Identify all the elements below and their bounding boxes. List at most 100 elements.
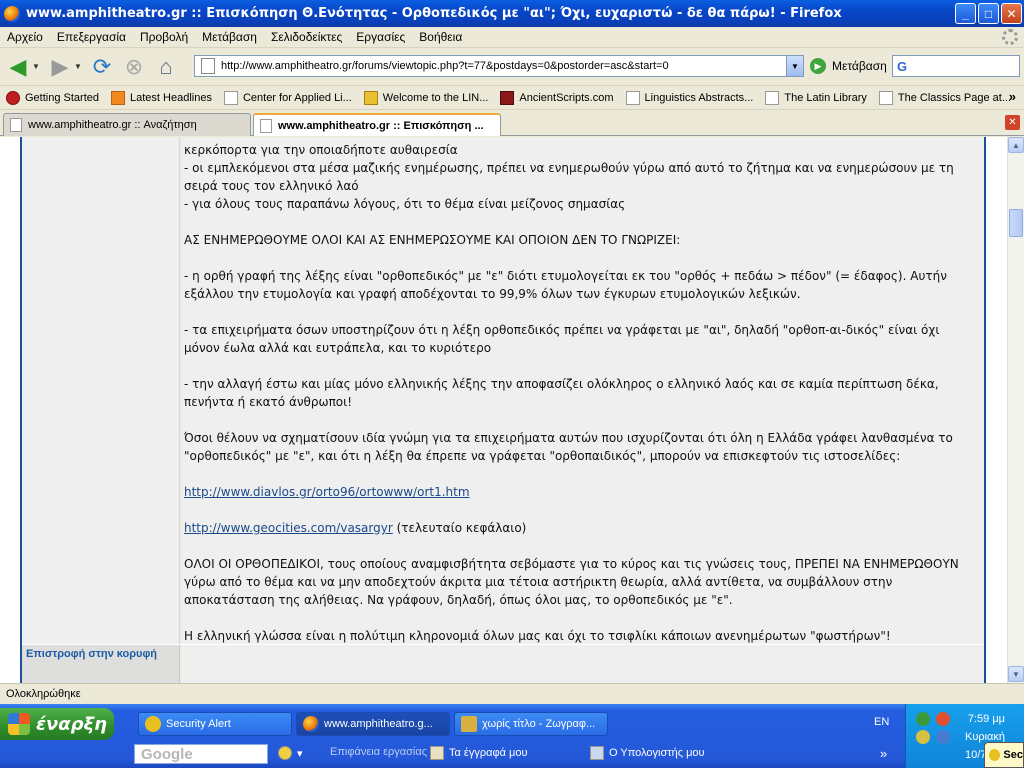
firefox-icon: [303, 716, 319, 732]
taskbar-item-security-alert[interactable]: Security Alert: [138, 712, 292, 736]
volume-icon[interactable]: [916, 730, 930, 744]
bookmarks-overflow-chevron-icon[interactable]: »: [1009, 89, 1016, 104]
home-icon[interactable]: ⌂: [152, 53, 180, 81]
menu-file[interactable]: Αρχείο: [0, 30, 50, 44]
back-arrow-icon[interactable]: ◀: [4, 53, 32, 81]
bookmark-center-applied[interactable]: Center for Applied Li...: [223, 90, 352, 105]
navigation-toolbar: ◀ ▼ ▶ ▼ ⟳ ⊗ ⌂ ▼ ▶ Μετάβαση G: [0, 48, 1024, 86]
post-line: - τα επιχειρήματα όσων υποστηρίζουν ότι …: [184, 323, 940, 337]
post-line: μόνον έωλα αλλά και ευτράπελα, και το κυ…: [184, 341, 492, 355]
page-icon: [223, 90, 238, 105]
tab-search[interactable]: www.amphitheatro.gr :: Αναζήτηση: [3, 113, 251, 136]
throbber-icon: [1002, 29, 1018, 45]
bookmark-classics-page[interactable]: The Classics Page at...: [878, 90, 1011, 105]
paint-icon: [461, 716, 477, 732]
quicklaunch-overflow-chevron-icon[interactable]: »: [880, 746, 887, 761]
link-geocities[interactable]: http://www.geocities.com/vasargyr: [184, 521, 393, 535]
url-bar[interactable]: ▼: [194, 55, 804, 77]
firefox-icon: [4, 5, 20, 22]
firefox-bookmark-icon: [6, 90, 20, 105]
menu-view[interactable]: Προβολή: [133, 30, 195, 44]
clock-time: 7:59 μμ: [967, 713, 1006, 725]
quicklink-desktop[interactable]: Επιφάνεια εργασίας: [330, 746, 427, 758]
menu-tools[interactable]: Εργασίες: [349, 30, 412, 44]
menu-edit[interactable]: Επεξεργασία: [50, 30, 133, 44]
maximize-button[interactable]: □: [978, 3, 999, 24]
security-shield-icon: [145, 716, 161, 732]
page-content: κερκόπορτα για την οποιαδήποτε αυθαιρεσί…: [0, 137, 1024, 684]
start-button[interactable]: έναρξη: [0, 708, 114, 740]
post-line: Η ελληνική γλώσσα είναι η πολύτιμη κληρο…: [184, 629, 891, 643]
menu-help[interactable]: Βοήθεια: [412, 30, 469, 44]
vertical-scrollbar[interactable]: ▲ ▼: [1007, 137, 1024, 683]
google-deskbar-input[interactable]: Google: [134, 744, 268, 764]
post-line: - για όλους τους παραπάνω λόγους, ότι το…: [184, 197, 626, 211]
google-search-icon[interactable]: G: [897, 59, 907, 74]
post-line: ΑΣ ΕΝΗΜΕΡΩΘΟΥΜΕ ΟΛΟΙ ΚΑΙ ΑΣ ΕΝΗΜΕΡΩΣΟΥΜΕ…: [184, 233, 681, 247]
close-tab-icon[interactable]: ✕: [1005, 115, 1020, 130]
go-arrow-icon: ▶: [810, 58, 826, 74]
url-dropdown-icon[interactable]: ▼: [786, 56, 803, 76]
computer-icon: [590, 746, 604, 760]
go-label: Μετάβαση: [832, 59, 887, 73]
search-box[interactable]: G: [892, 55, 1020, 77]
post-line: σειρά τους τον ελληνικό λαό: [184, 179, 359, 193]
status-text: Ολοκληρώθηκε: [6, 688, 81, 700]
post-line: "ορθοπεδικός" με "ε", και ότι η λέξη θα …: [184, 449, 901, 463]
post-line: αποκατάσταση της αλήθειας. Να γράφουν, δ…: [184, 593, 733, 607]
bookmark-getting-started[interactable]: Getting Started: [6, 90, 99, 105]
page-icon: [10, 118, 22, 132]
page-icon: [625, 90, 640, 105]
page-icon: [765, 90, 780, 105]
post-line: - την αλλαγή έστω και μίας μόνο ελληνική…: [184, 377, 939, 391]
bookmark-welcome-lin[interactable]: Welcome to the LIN...: [363, 90, 488, 105]
bookmark-latest-headlines[interactable]: Latest Headlines: [111, 90, 212, 105]
network-icon[interactable]: [916, 712, 930, 726]
menu-bar: Αρχείο Επεξεργασία Προβολή Μετάβαση Σελι…: [0, 27, 1024, 48]
antivirus-icon[interactable]: [936, 712, 950, 726]
back-to-top-link[interactable]: Επιστροφή στην κορυφή: [26, 648, 166, 661]
close-button[interactable]: ✕: [1001, 3, 1022, 24]
scrollbar-thumb[interactable]: [1009, 209, 1023, 237]
deskbar-options-icon[interactable]: ▾: [278, 746, 303, 760]
stop-icon[interactable]: ⊗: [120, 53, 148, 81]
scroll-down-icon[interactable]: ▼: [1008, 666, 1024, 682]
post-line: ΟΛΟΙ ΟΙ ΟΡΘΟΠΕΔΙΚΟΙ, τους οποίους αναμφι…: [184, 557, 959, 571]
language-indicator[interactable]: EN: [874, 716, 889, 728]
scroll-up-icon[interactable]: ▲: [1008, 137, 1024, 153]
quicklink-my-computer[interactable]: Ο Υπολογιστής μου: [590, 746, 705, 760]
scripts-icon: [500, 90, 515, 105]
rss-icon: [111, 90, 125, 105]
go-button[interactable]: ▶ Μετάβαση: [810, 58, 887, 74]
bookmark-linguistics-abstracts[interactable]: Linguistics Abstracts...: [625, 90, 753, 105]
minimize-button[interactable]: _: [955, 3, 976, 24]
tab-topic[interactable]: www.amphitheatro.gr :: Επισκόπηση ...: [253, 113, 501, 136]
status-bar: Ολοκληρώθηκε: [0, 683, 1024, 704]
taskbar-item-firefox[interactable]: www.amphitheatro.g...: [296, 712, 450, 736]
post-line: εξάλλου την ετυμολογία και γραφή αποδέχο…: [184, 287, 801, 301]
search-input[interactable]: [911, 60, 1012, 72]
windows-taskbar: έναρξη Security Alert www.amphitheatro.g…: [0, 704, 1024, 768]
taskbar-item-paint[interactable]: χωρίς τίτλο - Ζωγραφ...: [454, 712, 608, 736]
menu-bookmarks[interactable]: Σελιδοδείκτες: [264, 30, 349, 44]
security-alert-balloon[interactable]: Sec: [984, 742, 1024, 768]
menu-go[interactable]: Μετάβαση: [195, 30, 264, 44]
forward-arrow-icon[interactable]: ▶: [46, 53, 74, 81]
quicklink-my-documents[interactable]: Τα έγγραφά μου: [430, 746, 527, 760]
link-diavlos[interactable]: http://www.diavlos.gr/orto96/ortowww/ort…: [184, 485, 470, 499]
messenger-icon[interactable]: [936, 730, 950, 744]
window-controls: _ □ ✕: [955, 3, 1022, 24]
window-titlebar[interactable]: www.amphitheatro.gr :: Επισκόπηση Θ.Ενότ…: [0, 0, 1024, 27]
window-title: www.amphitheatro.gr :: Επισκόπηση Θ.Ενότ…: [26, 6, 842, 21]
post-line: πενήντα ή εκατό άνθρωποι!: [184, 395, 352, 409]
page-icon: [878, 90, 893, 105]
binoculars-icon: [278, 746, 292, 760]
back-dropdown-icon[interactable]: ▼: [32, 62, 42, 71]
reload-icon[interactable]: ⟳: [88, 53, 116, 81]
forward-dropdown-icon[interactable]: ▼: [74, 62, 84, 71]
bookmark-latin-library[interactable]: The Latin Library: [765, 90, 867, 105]
ship-icon: [363, 90, 378, 105]
url-input[interactable]: [221, 60, 781, 72]
post-line: - οι εμπλεκόμενοι στα μέσα μαζικής ενημέ…: [184, 161, 954, 175]
bookmark-ancientscripts[interactable]: AncientScripts.com: [500, 90, 614, 105]
